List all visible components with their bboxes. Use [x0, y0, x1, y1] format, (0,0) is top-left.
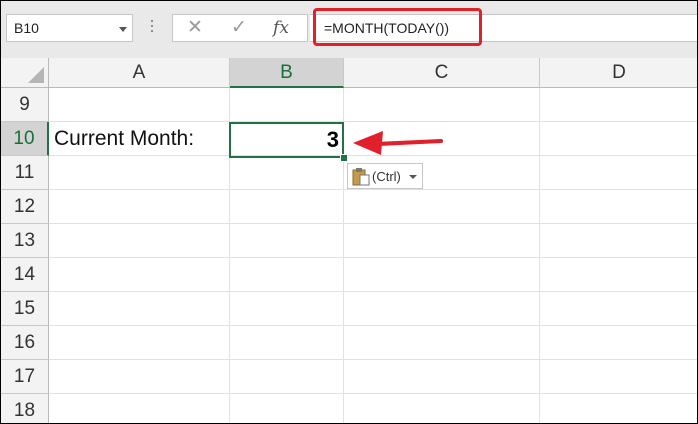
formula-buttons: ✕ ✓ fx: [172, 14, 308, 42]
grid-line: [49, 291, 697, 292]
row-header-15[interactable]: 15: [1, 292, 49, 326]
grip-dots-icon[interactable]: [151, 20, 154, 36]
check-icon[interactable]: ✓: [229, 18, 249, 38]
row-header-10[interactable]: 10: [1, 122, 49, 156]
name-box[interactable]: B10: [6, 14, 133, 42]
cell-a10[interactable]: Current Month:: [54, 127, 194, 151]
fill-handle[interactable]: [340, 154, 348, 162]
row-header-12[interactable]: 12: [1, 190, 49, 224]
row-header-17[interactable]: 17: [1, 360, 49, 394]
grid-line: [49, 325, 697, 326]
row-header-18[interactable]: 18: [1, 394, 49, 423]
grid-line: [49, 257, 697, 258]
name-box-value: B10: [14, 20, 39, 36]
row-header-11[interactable]: 11: [1, 156, 49, 190]
chevron-down-icon[interactable]: [119, 27, 127, 32]
insert-function-icon[interactable]: fx: [271, 18, 291, 38]
column-header-a[interactable]: A: [49, 58, 230, 88]
row-header-16[interactable]: 16: [1, 326, 49, 360]
close-icon[interactable]: ✕: [185, 18, 205, 38]
column-header-c[interactable]: C: [344, 58, 540, 88]
spreadsheet-window: B10 ✕ ✓ fx =MONTH(TODAY()) A B C D 9 10 …: [0, 0, 698, 424]
grid-line: [49, 121, 697, 122]
chevron-down-icon[interactable]: [409, 175, 417, 179]
formula-bar: B10 ✕ ✓ fx =MONTH(TODAY()): [1, 1, 697, 58]
row-header-14[interactable]: 14: [1, 258, 49, 292]
row-header-13[interactable]: 13: [1, 224, 49, 258]
row-header-9[interactable]: 9: [1, 88, 49, 122]
select-all-corner[interactable]: [1, 58, 49, 88]
select-all-icon: [28, 67, 44, 83]
paste-options-button[interactable]: (Ctrl): [347, 163, 423, 189]
formula-highlight-box: [313, 8, 482, 46]
paste-options-label: (Ctrl): [372, 169, 401, 184]
cell-b10-value: 3: [326, 127, 339, 152]
grid-line: [49, 393, 697, 394]
annotation-arrow-icon: [353, 131, 443, 155]
column-header-b[interactable]: B: [230, 58, 344, 88]
grid-line: [49, 189, 697, 190]
grid-line: [49, 359, 697, 360]
column-header-d[interactable]: D: [540, 58, 697, 88]
clipboard-icon: [352, 168, 370, 186]
grid-line: [539, 88, 540, 423]
grid-line: [49, 223, 697, 224]
